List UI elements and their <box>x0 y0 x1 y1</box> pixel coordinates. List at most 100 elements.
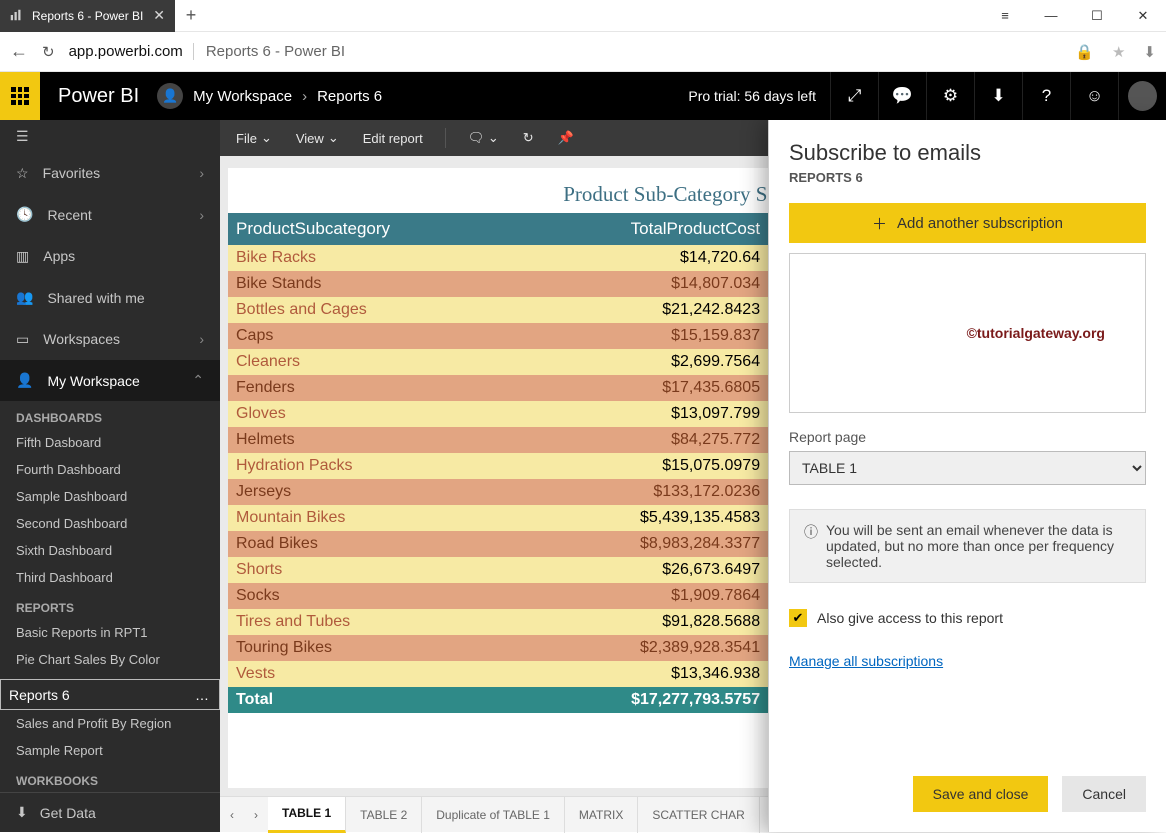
preview-box: ©tutorialgateway.org <box>789 253 1146 413</box>
cancel-button[interactable]: Cancel <box>1062 776 1146 812</box>
user-icon: 👤 <box>16 372 33 389</box>
col-header[interactable]: TotalProductCost <box>519 213 768 245</box>
powerbi-icon <box>10 9 24 23</box>
dashboard-item[interactable]: Sixth Dashboard <box>0 537 220 564</box>
page-tab[interactable]: TABLE 1 <box>268 797 346 833</box>
explore-icon[interactable]: 🗨 ⌄ <box>460 126 507 150</box>
next-page-button[interactable]: › <box>244 808 268 822</box>
more-icon[interactable]: … <box>195 687 211 703</box>
header-actions: ⤢ 💬 ⚙ ⬇ ? ☺ <box>830 72 1166 120</box>
account-button[interactable] <box>1118 72 1166 120</box>
prev-page-button[interactable]: ‹ <box>220 808 244 822</box>
table-cell: Helmets <box>228 427 519 453</box>
page-tab[interactable]: Duplicate of TABLE 1 <box>422 797 565 833</box>
nav-workspaces[interactable]: ▭Workspaces› <box>0 318 220 359</box>
hamburger-icon: ☰ <box>16 128 29 145</box>
page-tab[interactable]: MATRIX <box>565 797 638 833</box>
help-icon[interactable]: ? <box>1022 72 1070 120</box>
dashboard-item[interactable]: Fifth Dasboard <box>0 429 220 456</box>
app-launcher[interactable] <box>0 72 40 120</box>
section-workbooks: WORKBOOKS <box>0 764 220 792</box>
table-cell: $17,277,793.5757 <box>519 687 768 713</box>
table-cell: Cleaners <box>228 349 519 375</box>
get-data-button[interactable]: ⬇Get Data <box>0 792 220 832</box>
new-tab-button[interactable]: + <box>175 5 207 26</box>
feedback-icon[interactable]: ☺ <box>1070 72 1118 120</box>
close-tab-icon[interactable]: ✕ <box>153 7 165 24</box>
comment-icon[interactable]: 💬 <box>878 72 926 120</box>
dashboard-item[interactable]: Second Dashboard <box>0 510 220 537</box>
content-area: File ⌄ View ⌄ Edit report 🗨 ⌄ ↻ 📌 Produc… <box>220 120 1166 832</box>
nav-shared[interactable]: 👥Shared with me <box>0 277 220 318</box>
file-menu[interactable]: File ⌄ <box>228 126 280 150</box>
chevron-down-icon: ⌄ <box>261 130 272 146</box>
info-icon: ⓘ <box>804 522 818 570</box>
nav-my-workspace[interactable]: 👤My Workspace⌃ <box>0 360 220 401</box>
save-button[interactable]: Save and close <box>913 776 1049 812</box>
menu-icon[interactable]: ≡ <box>982 0 1028 32</box>
info-box: ⓘ You will be sent an email whenever the… <box>789 509 1146 583</box>
maximize-button[interactable]: ☐ <box>1074 0 1120 32</box>
browser-tab[interactable]: Reports 6 - Power BI ✕ <box>0 0 175 32</box>
report-item[interactable]: Basic Reports in RPT1 <box>0 619 220 646</box>
table-cell: Touring Bikes <box>228 635 519 661</box>
panel-footer: Save and close Cancel <box>789 776 1146 812</box>
col-header[interactable]: ProductSubcategory <box>228 213 519 245</box>
access-checkbox-row[interactable]: ✔ Also give access to this report <box>789 609 1146 627</box>
table-cell: Bike Racks <box>228 245 519 271</box>
report-item-selected[interactable]: Reports 6… <box>0 679 220 710</box>
avatar-icon[interactable]: 👤 <box>157 83 183 109</box>
nav-apps[interactable]: ▥Apps <box>0 235 220 276</box>
back-button[interactable]: ← <box>10 41 28 62</box>
nav-recent[interactable]: 🕓Recent› <box>0 194 220 235</box>
star-icon: ☆ <box>16 165 29 182</box>
table-cell: $133,172.0236 <box>519 479 768 505</box>
url-field[interactable]: app.powerbi.com Reports 6 - Power BI <box>69 43 1062 60</box>
edit-report-button[interactable]: Edit report <box>355 127 431 150</box>
chevron-down-icon: ⌄ <box>328 130 339 146</box>
report-item[interactable]: Pie Chart Sales By Color <box>0 646 220 673</box>
dashboard-item[interactable]: Third Dashboard <box>0 564 220 591</box>
nav-favorites[interactable]: ☆Favorites› <box>0 152 220 193</box>
report-item[interactable]: Sales and Profit By Region <box>0 710 220 737</box>
download-icon[interactable]: ⬇ <box>974 72 1022 120</box>
refresh-button[interactable]: ↻ <box>42 43 55 61</box>
dashboard-item[interactable]: Fourth Dashboard <box>0 456 220 483</box>
report-page-label: Report page <box>789 429 1146 445</box>
panel-subheading: REPORTS 6 <box>789 170 1146 185</box>
dashboard-item[interactable]: Sample Dashboard <box>0 483 220 510</box>
separator <box>445 128 446 148</box>
download-icon: ⬇ <box>16 804 28 821</box>
table-cell: $14,720.64 <box>519 245 768 271</box>
minimize-button[interactable]: — <box>1028 0 1074 32</box>
fullscreen-icon[interactable]: ⤢ <box>830 72 878 120</box>
table-cell: $14,807.034 <box>519 271 768 297</box>
table-cell: Total <box>228 687 519 713</box>
table-cell: $8,983,284.3377 <box>519 531 768 557</box>
add-subscription-button[interactable]: ＋ Add another subscription <box>789 203 1146 243</box>
table-cell: Caps <box>228 323 519 349</box>
table-cell: $84,275.772 <box>519 427 768 453</box>
pin-icon[interactable]: 📌 <box>550 126 582 150</box>
close-window-button[interactable]: ✕ <box>1120 0 1166 32</box>
share-icon: 👥 <box>16 289 33 306</box>
breadcrumb-workspace[interactable]: My Workspace <box>193 88 292 105</box>
table-cell: Mountain Bikes <box>228 505 519 531</box>
refresh-icon[interactable]: ↻ <box>515 126 542 150</box>
report-item[interactable]: Sample Report <box>0 737 220 764</box>
brand-name: Power BI <box>40 85 157 108</box>
report-page-select[interactable]: TABLE 1 <box>789 451 1146 485</box>
url-title: Reports 6 - Power BI <box>193 43 345 60</box>
breadcrumb-report[interactable]: Reports 6 <box>317 88 382 105</box>
manage-subscriptions-link[interactable]: Manage all subscriptions <box>789 653 1146 669</box>
page-tab[interactable]: SCATTER CHAR <box>638 797 759 833</box>
checkbox-checked-icon[interactable]: ✔ <box>789 609 807 627</box>
download-icon[interactable]: ⬇ <box>1143 43 1156 61</box>
page-tab[interactable]: TABLE 2 <box>346 797 422 833</box>
table-cell: Road Bikes <box>228 531 519 557</box>
view-menu[interactable]: View ⌄ <box>288 126 347 150</box>
favorite-icon[interactable]: ★ <box>1112 43 1125 61</box>
apps-icon: ▥ <box>16 248 29 265</box>
settings-icon[interactable]: ⚙ <box>926 72 974 120</box>
hamburger-toggle[interactable]: ☰ <box>0 120 220 152</box>
